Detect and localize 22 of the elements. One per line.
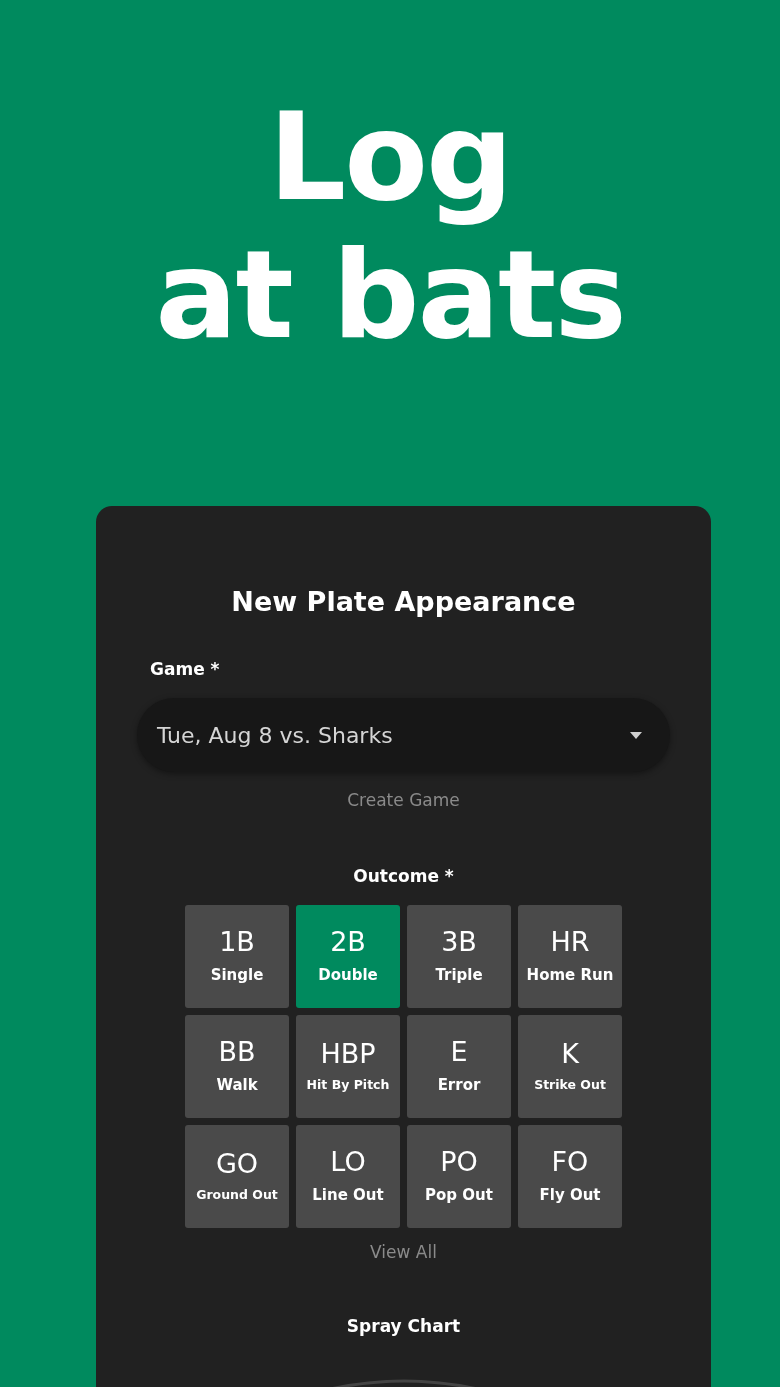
caret-icon	[630, 731, 642, 739]
outcome-button[interactable]: FO Fly Out	[518, 1125, 622, 1228]
section-label: Outcome *	[353, 864, 454, 888]
game-dropdown[interactable]: Tue, Aug 8 vs. Sharks	[137, 698, 670, 772]
view-all-link[interactable]: View All	[370, 1240, 437, 1266]
outcome-button[interactable]: PO Pop Out	[407, 1125, 511, 1228]
field-label: Game *	[150, 657, 221, 681]
outcome-button[interactable]: GO Ground Out	[185, 1125, 289, 1228]
headline: at bats	[155, 226, 625, 364]
outcome-button[interactable]: 1B Single	[185, 905, 289, 1008]
headline: Log	[268, 88, 512, 226]
outcome-button[interactable]: LO Line Out	[296, 1125, 400, 1228]
section-label: Spray Chart	[346, 1314, 461, 1338]
outcome-button[interactable]: 3B Triple	[407, 905, 511, 1008]
outcome-button[interactable]: E Error	[407, 1015, 511, 1118]
outcome-button[interactable]: 2B Double	[296, 905, 400, 1008]
outcome-button[interactable]: HBP Hit By Pitch	[296, 1015, 400, 1118]
outcome-button[interactable]: HR Home Run	[518, 905, 622, 1008]
outcome-button[interactable]: K Strike Out	[518, 1015, 622, 1118]
form-title: New Plate Appearance	[230, 585, 577, 619]
create-game-link[interactable]: Create Game	[347, 788, 460, 814]
outcome-button[interactable]: BB Walk	[185, 1015, 289, 1118]
